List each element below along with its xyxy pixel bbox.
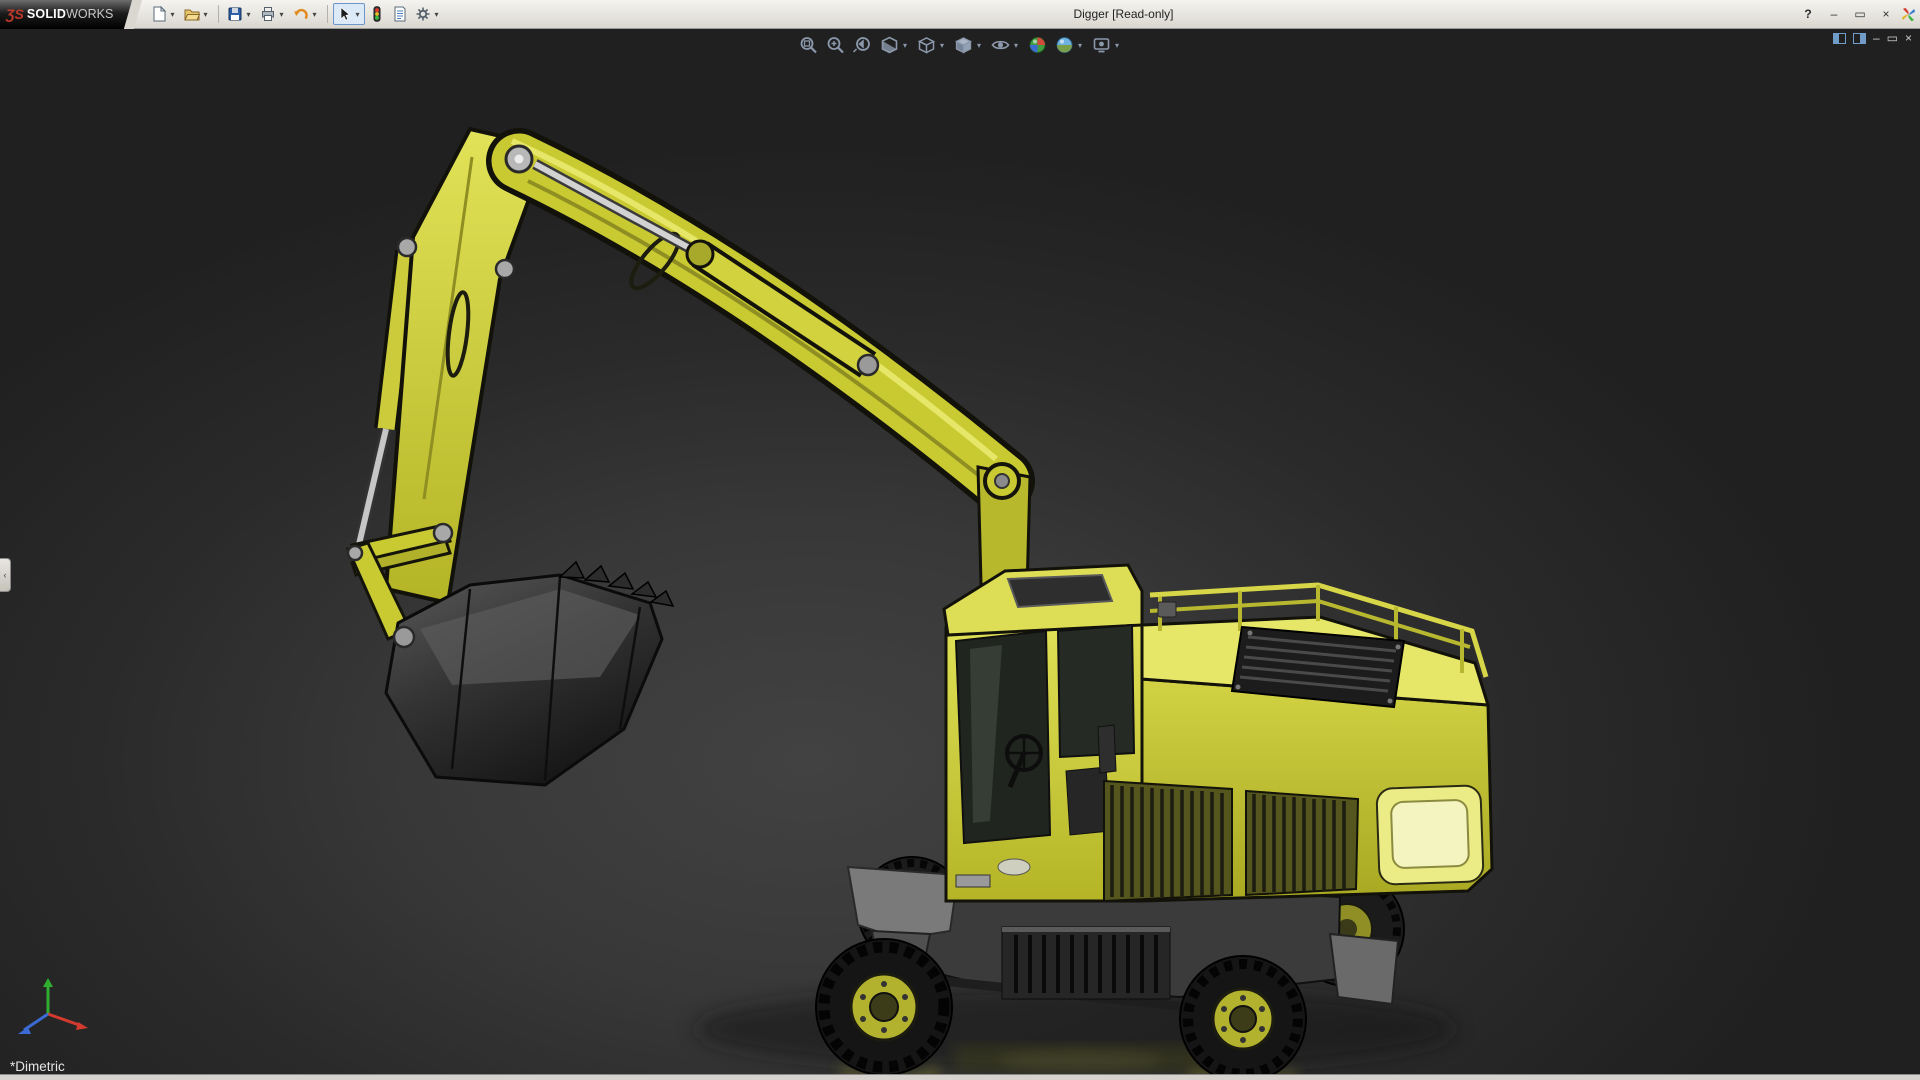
rear-panel [1375, 784, 1485, 886]
new-document-icon [153, 6, 167, 22]
open-folder-icon [184, 9, 200, 21]
zoom-to-area-button[interactable] [824, 34, 848, 56]
file-properties-icon [394, 6, 406, 22]
menu-bar: ƷS SOLID WORKS ▾ ▾ ▾ ▾ ▾ ▾ ▾ Digger [Rea… [0, 0, 1920, 29]
dropdown-arrow[interactable]: ▾ [938, 41, 947, 50]
hide-show-items-button[interactable]: ▾ [989, 34, 1023, 56]
toolbar-separator [327, 5, 328, 23]
window-controls: ? – ▭ × [1797, 4, 1920, 24]
printer-icon [262, 7, 274, 21]
view-settings-icon [1093, 38, 1110, 53]
section-view-button[interactable]: ▾ [878, 34, 912, 56]
standard-toolbar: ▾ ▾ ▾ ▾ ▾ ▾ ▾ [134, 3, 450, 25]
edit-appearance-sphere-icon [1029, 37, 1046, 53]
save-floppy-icon [228, 7, 242, 21]
view-orientation-cube-icon [917, 37, 936, 54]
headlight [997, 858, 1031, 876]
graphics-area[interactable]: ▾ ▾ ▾ ▾ ▾ ▾ – ▭ × ‹ *Dimetric [0, 29, 1920, 1074]
document-restore-button[interactable]: ▭ [1887, 32, 1898, 44]
document-close-button[interactable]: × [1905, 32, 1912, 44]
solidworks-logo: ƷS SOLID WORKS [0, 0, 134, 29]
window-title: Digger [Read-only] [1073, 7, 1174, 21]
side-grille-left [1103, 779, 1233, 903]
dropdown-arrow[interactable]: ▾ [168, 10, 177, 19]
help-button[interactable]: ? [1797, 4, 1819, 24]
document-minimize-button[interactable]: – [1873, 32, 1880, 44]
zoom-to-area-icon [827, 37, 844, 54]
close-button[interactable]: × [1875, 4, 1897, 24]
hide-show-eye-icon [991, 40, 1010, 50]
featuremanager-flyout-tab[interactable]: ‹ [0, 558, 11, 592]
toolbar-separator [218, 5, 219, 23]
zoom-to-fit-icon [800, 37, 817, 54]
display-style-icon [955, 37, 972, 54]
rebuild-button[interactable] [366, 3, 388, 25]
solidworks-window: ƷS SOLID WORKS ▾ ▾ ▾ ▾ ▾ ▾ ▾ Digger [Rea… [0, 0, 1920, 1080]
solidworks-logo-icon: ƷS [6, 6, 24, 22]
options-gear-icon [416, 7, 430, 21]
split-pane-right-icon[interactable] [1852, 32, 1866, 44]
front-wheel-right [1179, 955, 1307, 1074]
undo-arrow-icon [294, 8, 308, 20]
dropdown-arrow[interactable]: ▾ [201, 10, 210, 19]
brand-text-bold: SOLID [26, 7, 67, 21]
split-pane-left-icon[interactable] [1832, 32, 1846, 44]
exhaust [1157, 601, 1177, 618]
side-grille-right [1245, 789, 1360, 897]
maximize-button[interactable]: ▭ [1849, 4, 1871, 24]
dropdown-arrow[interactable]: ▾ [901, 41, 910, 50]
dropdown-arrow[interactable]: ▾ [353, 10, 362, 19]
solidworks-resources-icon[interactable] [1901, 7, 1916, 22]
front-wheel-left [815, 938, 953, 1074]
orientation-triad [18, 978, 88, 1034]
undo-button[interactable]: ▾ [290, 3, 322, 25]
display-style-button[interactable]: ▾ [952, 34, 986, 56]
dropdown-arrow[interactable]: ▾ [1076, 41, 1085, 50]
heads-up-view-toolbar: ▾ ▾ ▾ ▾ ▾ ▾ [797, 34, 1124, 56]
cab-sunroof [1006, 573, 1114, 609]
select-button[interactable]: ▾ [333, 3, 365, 25]
document-window-controls: – ▭ × [1832, 32, 1912, 44]
dropdown-arrow[interactable]: ▾ [277, 10, 286, 19]
dropdown-arrow[interactable]: ▾ [975, 41, 984, 50]
dropdown-arrow[interactable]: ▾ [432, 10, 441, 19]
dropdown-arrow[interactable]: ▾ [310, 10, 319, 19]
dropdown-arrow[interactable]: ▾ [1012, 41, 1021, 50]
cab-windshield [954, 629, 1052, 845]
minimize-button[interactable]: – [1823, 4, 1845, 24]
status-bar [0, 1074, 1920, 1080]
file-properties-button[interactable] [389, 3, 411, 25]
digger-model [345, 127, 1494, 1074]
section-view-icon [881, 36, 898, 54]
save-button[interactable]: ▾ [224, 3, 256, 25]
dropdown-arrow[interactable]: ▾ [244, 10, 253, 19]
select-cursor-icon [340, 6, 351, 21]
dropdown-arrow[interactable]: ▾ [1113, 41, 1122, 50]
cab-side-window [1056, 623, 1136, 759]
brand-text-light: WORKS [66, 7, 114, 21]
options-button[interactable]: ▾ [412, 3, 444, 25]
zoom-to-fit-button[interactable] [797, 34, 821, 56]
view-orientation-button[interactable]: ▾ [915, 34, 949, 56]
previous-view-icon [852, 37, 870, 53]
apply-scene-sphere-icon [1056, 37, 1073, 53]
view-orientation-label: *Dimetric [10, 1059, 65, 1074]
open-button[interactable]: ▾ [181, 3, 213, 25]
new-document-button[interactable]: ▾ [148, 3, 180, 25]
engine-housing [1103, 582, 1494, 903]
print-button[interactable]: ▾ [257, 3, 289, 25]
previous-view-button[interactable] [851, 34, 875, 56]
edit-appearance-button[interactable] [1026, 34, 1050, 56]
boom-cylinder [532, 159, 877, 378]
rebuild-traffic-light-icon [373, 6, 381, 22]
apply-scene-button[interactable]: ▾ [1053, 34, 1087, 56]
view-settings-button[interactable]: ▾ [1090, 34, 1124, 56]
